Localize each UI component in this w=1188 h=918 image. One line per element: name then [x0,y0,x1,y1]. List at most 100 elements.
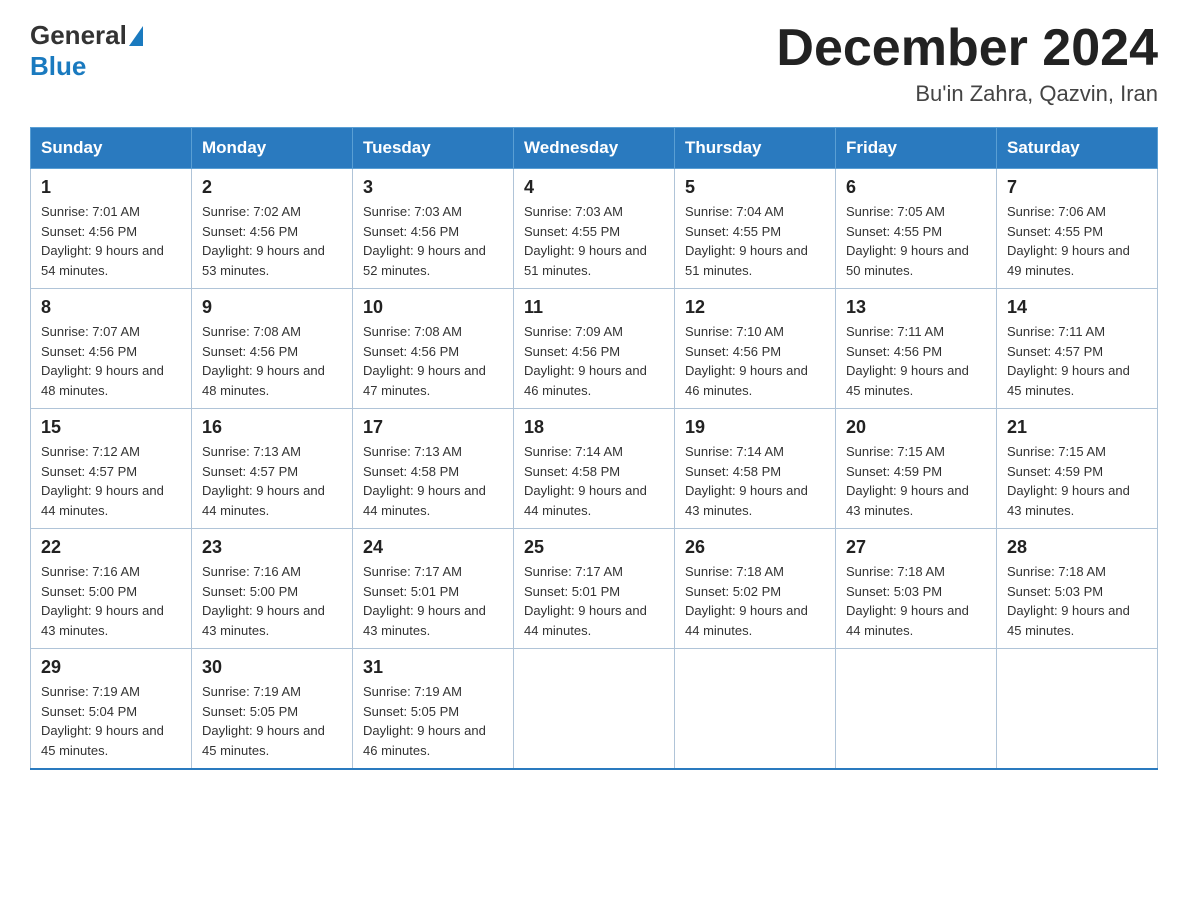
day-cell-6: 6 Sunrise: 7:05 AMSunset: 4:55 PMDayligh… [836,169,997,289]
day-info: Sunrise: 7:17 AMSunset: 5:01 PMDaylight:… [363,564,486,638]
day-cell-17: 17 Sunrise: 7:13 AMSunset: 4:58 PMDaylig… [353,409,514,529]
day-info: Sunrise: 7:09 AMSunset: 4:56 PMDaylight:… [524,324,647,398]
day-cell-30: 30 Sunrise: 7:19 AMSunset: 5:05 PMDaylig… [192,649,353,770]
day-info: Sunrise: 7:14 AMSunset: 4:58 PMDaylight:… [685,444,808,518]
day-info: Sunrise: 7:03 AMSunset: 4:56 PMDaylight:… [363,204,486,278]
day-cell-25: 25 Sunrise: 7:17 AMSunset: 5:01 PMDaylig… [514,529,675,649]
day-header-saturday: Saturday [997,128,1158,169]
day-cell-28: 28 Sunrise: 7:18 AMSunset: 5:03 PMDaylig… [997,529,1158,649]
day-info: Sunrise: 7:18 AMSunset: 5:03 PMDaylight:… [846,564,969,638]
day-number: 18 [524,417,664,438]
day-info: Sunrise: 7:15 AMSunset: 4:59 PMDaylight:… [1007,444,1130,518]
day-info: Sunrise: 7:08 AMSunset: 4:56 PMDaylight:… [202,324,325,398]
day-cell-20: 20 Sunrise: 7:15 AMSunset: 4:59 PMDaylig… [836,409,997,529]
day-cell-15: 15 Sunrise: 7:12 AMSunset: 4:57 PMDaylig… [31,409,192,529]
day-number: 6 [846,177,986,198]
day-cell-13: 13 Sunrise: 7:11 AMSunset: 4:56 PMDaylig… [836,289,997,409]
day-number: 19 [685,417,825,438]
day-cell-31: 31 Sunrise: 7:19 AMSunset: 5:05 PMDaylig… [353,649,514,770]
day-info: Sunrise: 7:01 AMSunset: 4:56 PMDaylight:… [41,204,164,278]
day-info: Sunrise: 7:19 AMSunset: 5:05 PMDaylight:… [363,684,486,758]
day-header-friday: Friday [836,128,997,169]
day-cell-21: 21 Sunrise: 7:15 AMSunset: 4:59 PMDaylig… [997,409,1158,529]
day-info: Sunrise: 7:11 AMSunset: 4:57 PMDaylight:… [1007,324,1130,398]
day-number: 23 [202,537,342,558]
day-info: Sunrise: 7:19 AMSunset: 5:05 PMDaylight:… [202,684,325,758]
day-number: 25 [524,537,664,558]
day-number: 22 [41,537,181,558]
day-cell-19: 19 Sunrise: 7:14 AMSunset: 4:58 PMDaylig… [675,409,836,529]
logo-blue-text: Blue [30,51,86,82]
day-number: 24 [363,537,503,558]
day-info: Sunrise: 7:15 AMSunset: 4:59 PMDaylight:… [846,444,969,518]
day-number: 13 [846,297,986,318]
day-cell-16: 16 Sunrise: 7:13 AMSunset: 4:57 PMDaylig… [192,409,353,529]
day-cell-10: 10 Sunrise: 7:08 AMSunset: 4:56 PMDaylig… [353,289,514,409]
week-row-5: 29 Sunrise: 7:19 AMSunset: 5:04 PMDaylig… [31,649,1158,770]
month-title: December 2024 [776,20,1158,77]
day-info: Sunrise: 7:10 AMSunset: 4:56 PMDaylight:… [685,324,808,398]
day-cell-24: 24 Sunrise: 7:17 AMSunset: 5:01 PMDaylig… [353,529,514,649]
day-header-monday: Monday [192,128,353,169]
day-info: Sunrise: 7:07 AMSunset: 4:56 PMDaylight:… [41,324,164,398]
day-number: 17 [363,417,503,438]
day-header-wednesday: Wednesday [514,128,675,169]
day-info: Sunrise: 7:16 AMSunset: 5:00 PMDaylight:… [41,564,164,638]
day-cell-14: 14 Sunrise: 7:11 AMSunset: 4:57 PMDaylig… [997,289,1158,409]
empty-cell [514,649,675,770]
title-block: December 2024 Bu'in Zahra, Qazvin, Iran [776,20,1158,107]
day-cell-23: 23 Sunrise: 7:16 AMSunset: 5:00 PMDaylig… [192,529,353,649]
day-info: Sunrise: 7:18 AMSunset: 5:02 PMDaylight:… [685,564,808,638]
days-header-row: SundayMondayTuesdayWednesdayThursdayFrid… [31,128,1158,169]
calendar-table: SundayMondayTuesdayWednesdayThursdayFrid… [30,127,1158,770]
day-cell-9: 9 Sunrise: 7:08 AMSunset: 4:56 PMDayligh… [192,289,353,409]
day-info: Sunrise: 7:08 AMSunset: 4:56 PMDaylight:… [363,324,486,398]
day-number: 3 [363,177,503,198]
day-info: Sunrise: 7:18 AMSunset: 5:03 PMDaylight:… [1007,564,1130,638]
logo: General Blue [30,20,145,82]
day-cell-8: 8 Sunrise: 7:07 AMSunset: 4:56 PMDayligh… [31,289,192,409]
day-number: 20 [846,417,986,438]
day-info: Sunrise: 7:13 AMSunset: 4:58 PMDaylight:… [363,444,486,518]
day-cell-29: 29 Sunrise: 7:19 AMSunset: 5:04 PMDaylig… [31,649,192,770]
week-row-2: 8 Sunrise: 7:07 AMSunset: 4:56 PMDayligh… [31,289,1158,409]
day-number: 29 [41,657,181,678]
day-cell-1: 1 Sunrise: 7:01 AMSunset: 4:56 PMDayligh… [31,169,192,289]
day-number: 11 [524,297,664,318]
day-number: 2 [202,177,342,198]
day-number: 8 [41,297,181,318]
day-info: Sunrise: 7:02 AMSunset: 4:56 PMDaylight:… [202,204,325,278]
day-cell-7: 7 Sunrise: 7:06 AMSunset: 4:55 PMDayligh… [997,169,1158,289]
day-info: Sunrise: 7:14 AMSunset: 4:58 PMDaylight:… [524,444,647,518]
logo-triangle-icon [129,26,143,46]
day-cell-18: 18 Sunrise: 7:14 AMSunset: 4:58 PMDaylig… [514,409,675,529]
day-info: Sunrise: 7:17 AMSunset: 5:01 PMDaylight:… [524,564,647,638]
day-cell-12: 12 Sunrise: 7:10 AMSunset: 4:56 PMDaylig… [675,289,836,409]
day-cell-26: 26 Sunrise: 7:18 AMSunset: 5:02 PMDaylig… [675,529,836,649]
day-number: 16 [202,417,342,438]
day-info: Sunrise: 7:11 AMSunset: 4:56 PMDaylight:… [846,324,969,398]
empty-cell [997,649,1158,770]
day-cell-2: 2 Sunrise: 7:02 AMSunset: 4:56 PMDayligh… [192,169,353,289]
day-header-sunday: Sunday [31,128,192,169]
day-info: Sunrise: 7:13 AMSunset: 4:57 PMDaylight:… [202,444,325,518]
day-cell-4: 4 Sunrise: 7:03 AMSunset: 4:55 PMDayligh… [514,169,675,289]
day-info: Sunrise: 7:19 AMSunset: 5:04 PMDaylight:… [41,684,164,758]
day-number: 5 [685,177,825,198]
day-number: 26 [685,537,825,558]
day-number: 1 [41,177,181,198]
day-number: 15 [41,417,181,438]
day-cell-3: 3 Sunrise: 7:03 AMSunset: 4:56 PMDayligh… [353,169,514,289]
day-number: 12 [685,297,825,318]
day-info: Sunrise: 7:03 AMSunset: 4:55 PMDaylight:… [524,204,647,278]
day-number: 27 [846,537,986,558]
empty-cell [675,649,836,770]
week-row-3: 15 Sunrise: 7:12 AMSunset: 4:57 PMDaylig… [31,409,1158,529]
day-cell-27: 27 Sunrise: 7:18 AMSunset: 5:03 PMDaylig… [836,529,997,649]
empty-cell [836,649,997,770]
day-number: 10 [363,297,503,318]
day-number: 9 [202,297,342,318]
day-cell-22: 22 Sunrise: 7:16 AMSunset: 5:00 PMDaylig… [31,529,192,649]
day-number: 7 [1007,177,1147,198]
location-text: Bu'in Zahra, Qazvin, Iran [776,81,1158,107]
